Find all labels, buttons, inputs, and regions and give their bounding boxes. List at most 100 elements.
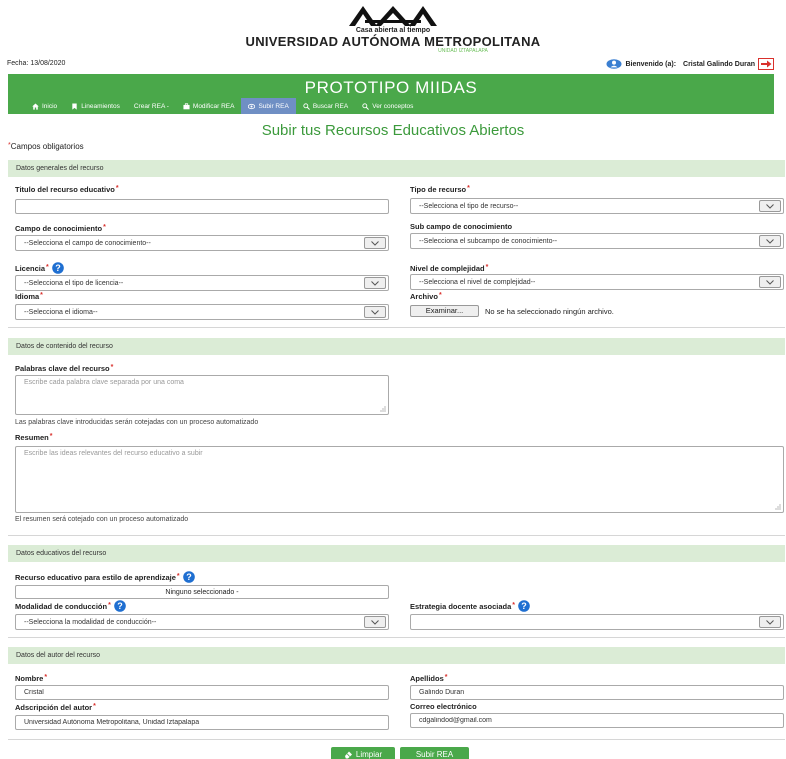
section-divider xyxy=(8,327,785,328)
subfield-label: Sub campo de conocimiento xyxy=(410,222,512,231)
required-star: * xyxy=(49,433,53,440)
search-icon xyxy=(303,102,310,110)
email-input[interactable] xyxy=(419,717,783,724)
nav-item-inicio[interactable]: Inicio xyxy=(25,98,64,114)
chevron-down-icon xyxy=(766,619,774,625)
help-icon[interactable]: ? xyxy=(182,571,195,583)
language-value: --Selecciona el idioma-- xyxy=(24,308,98,316)
section-educational-header: Datos educativos del recurso xyxy=(8,545,785,562)
complexity-select[interactable]: --Selecciona el nivel de complejidad-- xyxy=(410,274,784,290)
surname-label: Apellidos * xyxy=(410,674,448,683)
file-label: Archivo * xyxy=(410,292,442,301)
complexity-dropdown-button[interactable] xyxy=(759,276,781,288)
current-date: Fecha: 13/08/2020 xyxy=(7,60,66,67)
eye-icon xyxy=(248,103,256,109)
strategy-label: Estrategia docente asociada *? xyxy=(410,600,530,612)
logout-icon[interactable] xyxy=(758,58,774,70)
field-label: Campo de conocimiento * xyxy=(15,224,106,233)
modality-dropdown-button[interactable] xyxy=(364,616,386,628)
subfield-select[interactable]: --Selecciona el subcampo de conocimiento… xyxy=(410,233,784,249)
required-note-text: Campos obligatorios xyxy=(10,142,84,151)
language-select[interactable]: --Selecciona el idioma-- xyxy=(15,304,389,320)
keywords-label: Palabras clave del recurso * xyxy=(15,364,113,373)
help-icon[interactable]: ? xyxy=(51,262,64,274)
help-icon[interactable]: ? xyxy=(114,600,126,612)
nav-item-label: Modificar REA xyxy=(192,102,235,110)
affiliation-field[interactable] xyxy=(15,715,389,730)
required-star: * xyxy=(103,224,106,231)
nav-item-buscar-rea[interactable]: Buscar REA xyxy=(296,98,355,114)
keywords-textarea[interactable] xyxy=(24,376,388,414)
required-star: * xyxy=(93,703,96,710)
nav-item-label: Buscar REA xyxy=(312,102,349,110)
nav-item-crear-rea[interactable]: Crear REA - xyxy=(127,98,176,114)
clear-button[interactable]: Limpiar xyxy=(331,747,395,759)
welcome-area: Bienvenido (a): Cristal Galindo Duran xyxy=(606,58,774,70)
title-input[interactable] xyxy=(24,203,388,210)
section-author-header: Datos del autor del recurso xyxy=(8,647,785,664)
type-select[interactable]: --Selecciona el tipo de recurso-- xyxy=(410,198,784,214)
summary-hint: El resumen será cotejado con un proceso … xyxy=(15,516,189,523)
affiliation-input[interactable] xyxy=(24,719,388,726)
nav-item-lineamientos[interactable]: Lineamientos xyxy=(64,98,127,114)
knowledge-field-select[interactable]: --Selecciona el campo de conocimiento-- xyxy=(15,235,389,251)
home-icon xyxy=(32,102,39,110)
app-title: PROTOTIPO MIIDAS xyxy=(304,78,478,97)
required-star: * xyxy=(110,364,114,371)
strategy-select[interactable] xyxy=(410,614,784,630)
submit-rea-button[interactable]: Subir REA xyxy=(400,747,469,759)
help-icon[interactable]: ? xyxy=(518,600,530,612)
summary-label-text: Resumen xyxy=(15,433,49,442)
nav-item-ver-conceptos[interactable]: Ver conceptos xyxy=(355,98,420,114)
modality-select[interactable]: --Selecciona la modalidad de conducción-… xyxy=(15,614,389,630)
summary-textarea[interactable] xyxy=(24,447,783,512)
svg-text:?: ? xyxy=(521,601,527,611)
section-divider xyxy=(8,739,785,740)
surname-input[interactable] xyxy=(419,689,783,696)
nav-item-label: Lineamientos xyxy=(81,102,120,110)
strategy-dropdown-button[interactable] xyxy=(759,616,781,628)
email-label: Correo electrónico xyxy=(410,702,477,711)
bookmark-icon xyxy=(72,102,77,110)
title-field[interactable] xyxy=(15,199,389,214)
university-unit: UNIDAD IZTAPALAPA xyxy=(438,48,488,54)
resize-grip-icon[interactable] xyxy=(380,406,386,412)
clear-button-label: Limpiar xyxy=(355,749,383,759)
license-dropdown-button[interactable] xyxy=(364,277,386,289)
knowledge-field-dropdown-button[interactable] xyxy=(364,237,386,249)
nav-item-modificar-rea[interactable]: Modificar REA xyxy=(176,98,242,114)
required-star: * xyxy=(438,292,442,299)
resize-grip-icon[interactable] xyxy=(775,504,781,510)
name-input[interactable] xyxy=(24,689,388,696)
subfield-dropdown-button[interactable] xyxy=(759,235,781,247)
nav-item-label: Crear REA - xyxy=(133,102,169,110)
field-label-text: Campo de conocimiento xyxy=(15,224,103,233)
uam-logo-icon xyxy=(349,6,437,26)
eraser-icon xyxy=(344,751,352,758)
license-select[interactable]: --Selecciona el tipo de licencia-- xyxy=(15,275,389,291)
learning-style-multiselect[interactable]: Ninguno seleccionado - xyxy=(15,585,389,599)
section-divider xyxy=(8,637,785,638)
surname-field[interactable] xyxy=(410,685,784,700)
type-dropdown-button[interactable] xyxy=(759,200,781,212)
nav-item-subir-rea[interactable]: Subir REA xyxy=(241,98,296,114)
university-name: UNIVERSIDAD AUTÓNOMA METROPOLITANA xyxy=(245,34,541,49)
language-dropdown-button[interactable] xyxy=(364,306,386,318)
required-star: * xyxy=(108,602,111,609)
modality-label: Modalidad de conducción *? xyxy=(15,600,126,612)
chevron-down-icon xyxy=(371,240,379,246)
complexity-label: Nivel de complejidad * xyxy=(410,264,488,273)
complexity-value: --Selecciona el nivel de complejidad-- xyxy=(419,278,536,286)
email-field[interactable] xyxy=(410,713,784,728)
chevron-down-icon xyxy=(766,203,774,209)
name-field[interactable] xyxy=(15,685,389,700)
summary-field[interactable] xyxy=(15,446,784,513)
chevron-down-icon xyxy=(371,280,379,286)
university-header: Casa abierta al tiempo UNIVERSIDAD AUTÓN… xyxy=(0,6,786,54)
type-label: Tipo de recurso * xyxy=(410,185,470,194)
license-value: --Selecciona el tipo de licencia-- xyxy=(24,279,124,287)
complexity-label-text: Nivel de complejidad xyxy=(410,264,485,273)
keywords-field[interactable] xyxy=(15,375,389,415)
chevron-down-icon xyxy=(371,619,379,625)
browse-file-button[interactable]: Examinar... xyxy=(410,305,479,317)
